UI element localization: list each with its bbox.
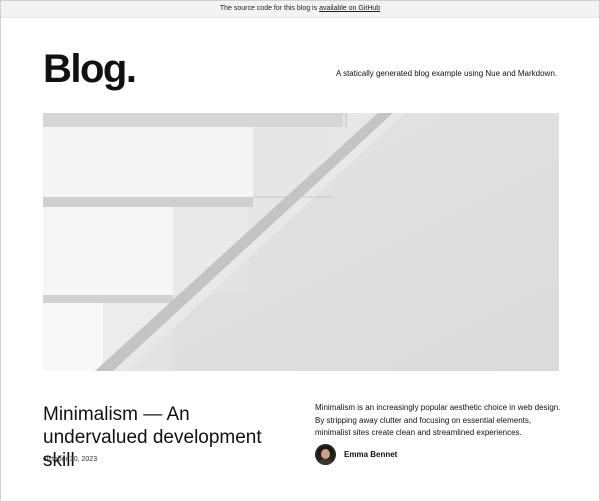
github-link[interactable]: available on GitHub <box>319 5 380 12</box>
staircase-photo-icon <box>43 113 559 371</box>
site-tagline: A statically generated blog example usin… <box>335 69 557 78</box>
post-author: Emma Bennet <box>315 443 397 465</box>
author-name: Emma Bennet <box>344 449 398 459</box>
post-description: Minimalism is an increasingly popular ae… <box>315 403 561 437</box>
source-code-banner: The source code for this blog is availab… <box>1 1 599 18</box>
site-logo[interactable]: Blog. <box>43 49 137 89</box>
hero-image[interactable] <box>43 113 559 371</box>
avatar <box>315 443 336 465</box>
banner-text: The source code for this blog is <box>219 5 320 12</box>
post-date: October 30, 2023 <box>43 456 98 463</box>
